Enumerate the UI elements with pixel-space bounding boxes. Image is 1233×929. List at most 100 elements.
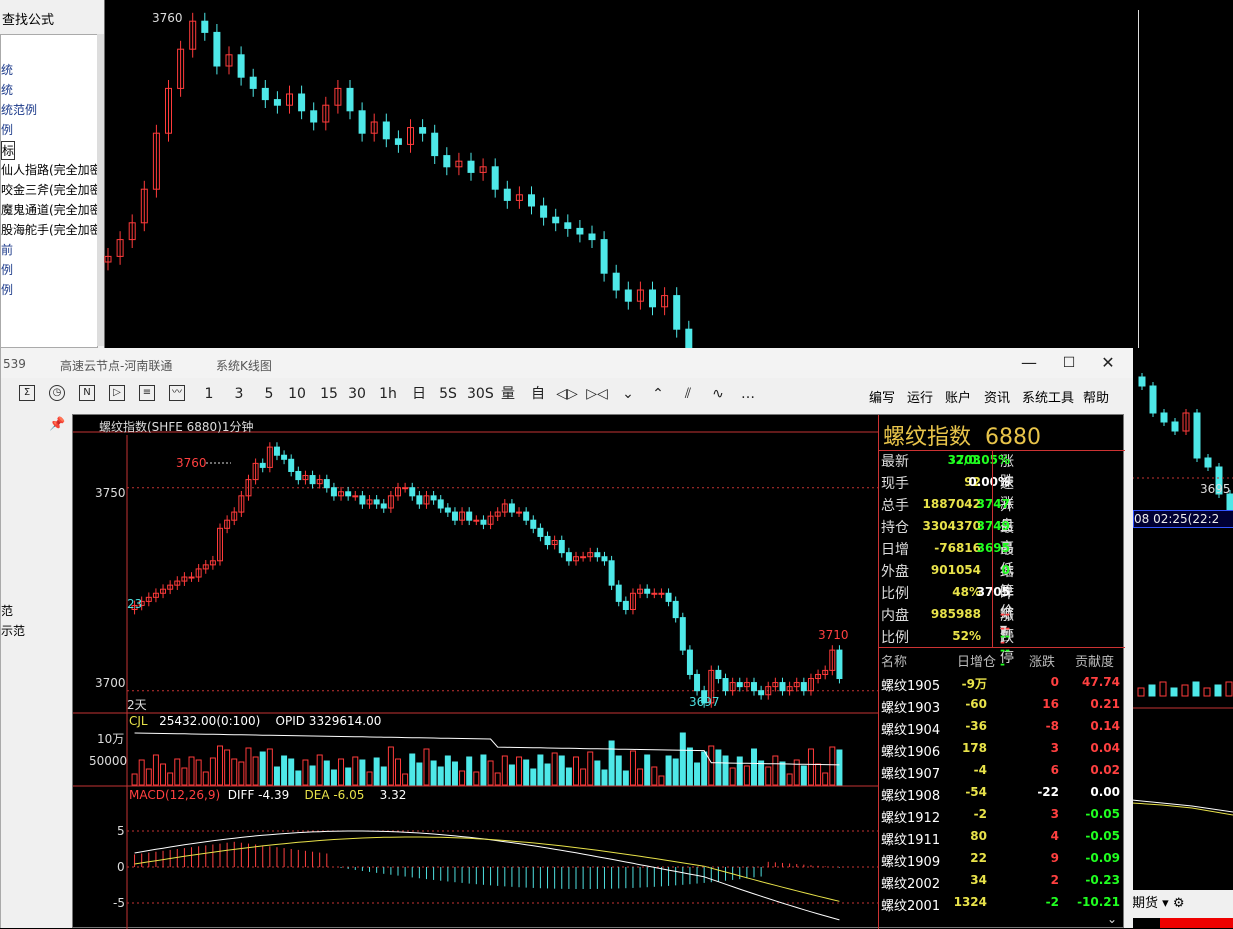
table-row[interactable]: 螺纹1911 80 4 -0.05 <box>879 827 1123 848</box>
volume-bar <box>701 751 708 786</box>
main-chart-svg[interactable] <box>73 415 878 929</box>
bg-time-label: 08 02:25(22:2 <box>1133 510 1233 528</box>
bg-candle-body <box>310 110 318 123</box>
table-row[interactable]: 螺纹1904 -36 -8 0.14 <box>879 717 1123 738</box>
menu-item[interactable]: 系统工具 <box>1022 387 1074 406</box>
menu-item[interactable]: 编写 <box>869 387 895 406</box>
candle-body <box>686 649 693 675</box>
quote-divider <box>879 647 1125 648</box>
window-titlebar[interactable]: 539 高速云节点-河南联通 系统K线图 — ☐ ✕ <box>1 348 1133 378</box>
bg-candle-body <box>201 20 209 33</box>
table-row[interactable]: 螺纹2001 1324 -2 -10.21 <box>879 893 1123 914</box>
formula-tree-item[interactable]: 仙人指路(完全加密 <box>1 161 97 178</box>
table-cell-name: 螺纹2001 <box>881 899 941 914</box>
formula-tree-item[interactable]: 标 <box>1 141 16 160</box>
chart-icon[interactable]: 〰 <box>169 385 185 401</box>
candle-body <box>444 507 451 513</box>
candle-body <box>330 487 337 497</box>
period-button[interactable]: 30S <box>467 385 494 403</box>
table-header[interactable]: 贡献度 <box>1075 651 1114 670</box>
volume-bar <box>152 754 159 786</box>
more-button[interactable]: … <box>737 385 759 403</box>
expand-horizontal-icon[interactable]: ◁▷ <box>556 385 578 403</box>
pin-icon[interactable]: 📌 <box>49 417 65 432</box>
table-row[interactable]: 螺纹1906 178 3 0.04 <box>879 739 1123 760</box>
candle-body <box>679 617 686 651</box>
period-button[interactable]: 5S <box>438 385 458 403</box>
formula-tree-item[interactable]: 例 <box>1 281 13 298</box>
formula-tree-item[interactable]: 前 <box>1 241 13 258</box>
period-button[interactable]: 10 <box>287 385 307 403</box>
table-cell-contrib: -0.09 <box>1085 851 1120 865</box>
period-button[interactable]: 1 <box>199 385 219 403</box>
formula-tree-item[interactable]: 魔鬼通道(完全加密 <box>1 201 97 218</box>
volume-bar <box>565 767 572 786</box>
table-row[interactable]: 螺纹2002 34 2 -0.23 <box>879 871 1123 892</box>
candle-body <box>715 669 722 680</box>
note-icon[interactable]: N <box>79 385 95 401</box>
period-button[interactable]: 30 <box>347 385 367 403</box>
menu-item[interactable]: 帮助 <box>1083 387 1109 406</box>
volume-header: CJL 25432.00(0:100) OPID 3329614.00 <box>129 714 381 728</box>
formula-tree-item[interactable]: 咬金三斧(完全加密 <box>1 181 97 198</box>
candle-body <box>622 600 629 611</box>
table-header[interactable]: 名称 <box>881 651 907 670</box>
split-icon[interactable]: ▷◁ <box>586 385 608 403</box>
table-header[interactable]: 日增仓 <box>957 651 996 670</box>
scroll-down-icon[interactable]: ⌄ <box>1107 912 1117 926</box>
close-button[interactable]: ✕ <box>1093 352 1123 374</box>
minimize-button[interactable]: — <box>1014 352 1044 374</box>
table-row[interactable]: 螺纹1908 -54 -22 0.00 <box>879 783 1123 804</box>
formula-tree-item[interactable]: 例 <box>1 261 13 278</box>
bg-right-volume <box>1181 684 1189 697</box>
volume-bar <box>252 756 259 786</box>
clock-icon[interactable]: ◷ <box>49 385 65 401</box>
formula-tree-item[interactable]: 统范例 <box>1 101 37 118</box>
period-button[interactable]: 日 <box>409 385 429 403</box>
candle-body <box>281 454 288 460</box>
table-row[interactable]: 螺纹1903 -60 16 0.21 <box>879 695 1123 716</box>
tree-scrollbar[interactable] <box>97 34 104 346</box>
table-cell-inc: 178 <box>961 741 987 755</box>
formula-tree-item[interactable]: 统 <box>1 61 13 78</box>
table-cell-inc: -60 <box>965 697 987 711</box>
play-icon[interactable]: ▷ <box>109 385 125 401</box>
table-cell-inc: 22 <box>970 851 987 865</box>
formula-tree-item[interactable]: 股海舵手(完全加密 <box>1 221 97 238</box>
sigma-icon[interactable]: Σ <box>19 385 35 401</box>
formula-tree-item[interactable]: 统 <box>1 81 13 98</box>
period-button[interactable]: 1h <box>378 385 398 403</box>
table-row[interactable]: 螺纹1912 -2 3 -0.05 <box>879 805 1123 826</box>
table-row[interactable]: 螺纹1909 22 9 -0.09 <box>879 849 1123 870</box>
quote-row: 内盘 985988 <box>881 605 981 626</box>
menu-item[interactable]: 资讯 <box>984 387 1010 406</box>
volume-bar <box>473 771 480 786</box>
maximize-button[interactable]: ☐ <box>1054 352 1084 374</box>
document-icon[interactable]: ≡ <box>139 385 155 401</box>
double-down-icon[interactable]: ⌄ <box>617 385 639 403</box>
window-product: 系统K线图 <box>216 359 272 373</box>
sidebar-item[interactable]: 示范 <box>1 622 25 639</box>
double-up-icon[interactable]: ⌃ <box>647 385 669 403</box>
menu-item[interactable]: 运行 <box>907 387 933 406</box>
formula-tree[interactable]: 统统统范例例标仙人指路(完全加密 咬金三斧(完全加密 魔鬼通道(完全加密 股海舵手(完… <box>0 34 98 348</box>
bg-candle-body <box>273 99 281 106</box>
parallel-lines-icon[interactable]: ⫽ <box>677 385 699 403</box>
table-row[interactable]: 螺纹1905 -9万 0 47.74 <box>879 673 1123 694</box>
table-header[interactable]: 涨跌 <box>1029 651 1055 670</box>
formula-tree-item[interactable]: 例 <box>1 121 13 138</box>
find-formula-label[interactable]: 查找公式 <box>2 9 54 28</box>
wave-icon[interactable]: ∿ <box>707 385 729 403</box>
period-button[interactable]: 3 <box>229 385 249 403</box>
period-button[interactable]: 15 <box>319 385 339 403</box>
period-button[interactable]: 量 <box>498 385 518 403</box>
sidebar-item[interactable]: 范 <box>1 602 13 619</box>
table-cell-chg: -8 <box>1045 719 1059 733</box>
candle-body <box>594 552 601 558</box>
settings-icon[interactable]: ⚙ <box>1173 896 1185 911</box>
menu-item[interactable]: 账户 <box>945 387 971 406</box>
period-button[interactable]: 自 <box>528 385 548 403</box>
table-row[interactable]: 螺纹1907 -4 6 0.02 <box>879 761 1123 782</box>
futures-selector[interactable]: 期货 ▾ ⚙ <box>1132 890 1233 918</box>
period-button[interactable]: 5 <box>259 385 279 403</box>
